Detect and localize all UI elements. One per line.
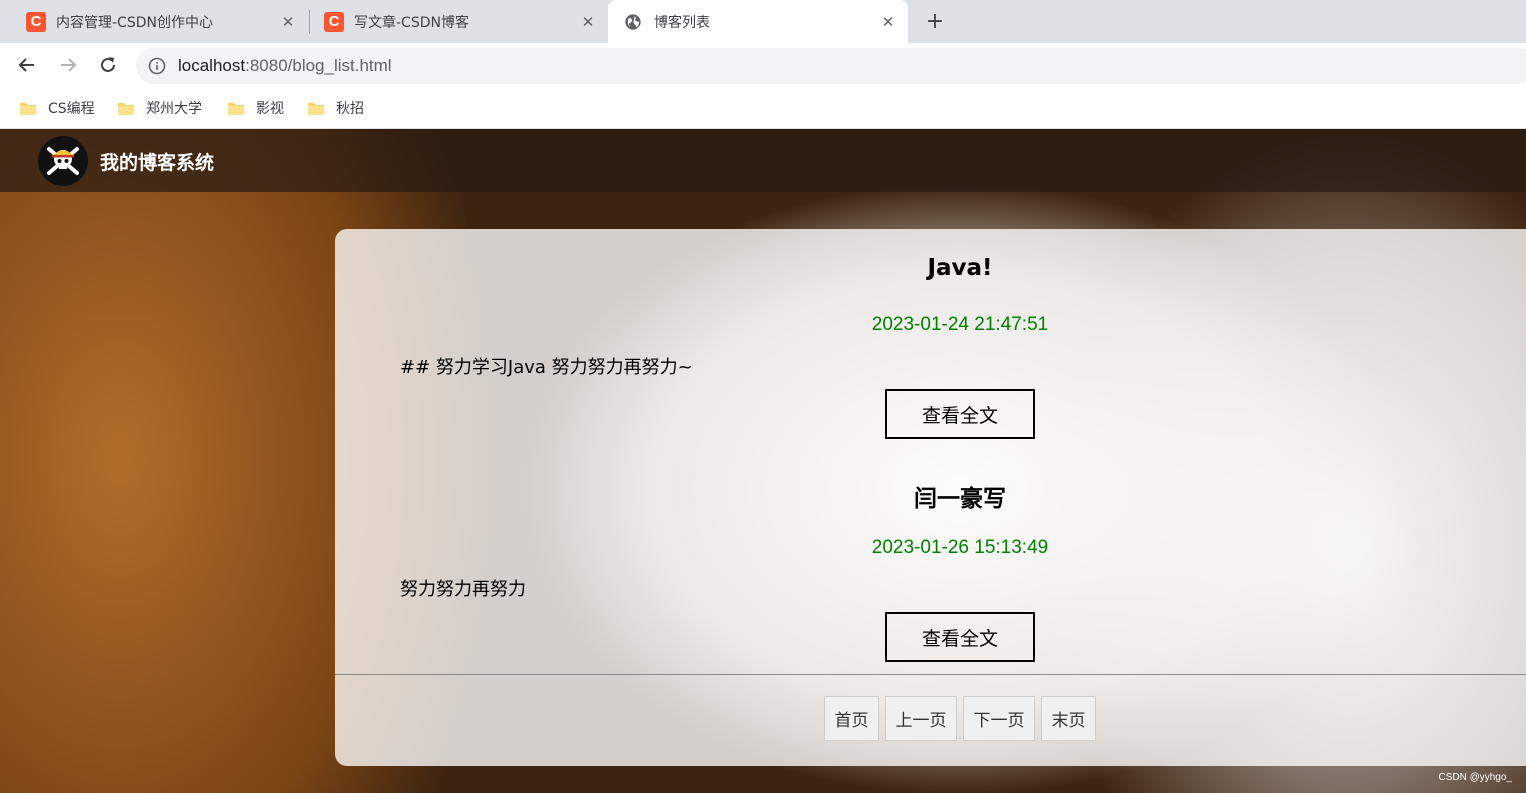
- globe-icon: [625, 13, 641, 30]
- blog-desc: ## 努力学习Java 努力努力再努力~: [400, 357, 693, 378]
- csdn-favicon-icon: C: [26, 11, 46, 32]
- folder-icon: [20, 102, 36, 115]
- csdn-favicon-icon: C: [324, 11, 344, 32]
- bookmark-label: CS编程: [48, 101, 95, 117]
- reload-icon: [101, 57, 115, 72]
- watermark: CSDN @yyhgo_: [1438, 772, 1512, 783]
- browser-toolbar: localhost:8080/blog_list.html: [0, 43, 1526, 88]
- last-page-button[interactable]: 末页: [1041, 696, 1096, 741]
- arrow-right-icon: [61, 58, 77, 72]
- skull-crossbones-icon[interactable]: [38, 136, 88, 186]
- url-path: :8080/blog_list.html: [245, 56, 392, 75]
- arrow-left-icon: [18, 58, 34, 72]
- bookmark-recruit[interactable]: 秋招: [308, 97, 364, 119]
- address-bar[interactable]: localhost:8080/blog_list.html: [136, 48, 1526, 84]
- prev-page-button[interactable]: 上一页: [885, 696, 957, 741]
- bookmark-movies[interactable]: 影视: [228, 97, 284, 119]
- blog-desc: 努力努力再努力: [400, 579, 526, 600]
- folder-icon: [308, 102, 324, 115]
- folder-icon: [228, 102, 244, 115]
- bookmark-label: 秋招: [336, 101, 364, 117]
- bookmark-label: 影视: [256, 101, 284, 117]
- page-viewport: 我的博客系统 Java! 2023-01-24 21:47:51 ## 努力学习…: [0, 129, 1526, 793]
- pager-divider: [335, 674, 1526, 675]
- tab-strip: C 内容管理-CSDN创作中心 ✕ C 写文章-CSDN博客 ✕ 博客列表 ✕ …: [0, 0, 1526, 43]
- back-button[interactable]: [14, 52, 40, 78]
- forward-button[interactable]: [55, 52, 81, 78]
- folder-icon: [118, 102, 134, 115]
- new-tab-button[interactable]: +: [922, 8, 948, 34]
- blog-date: 2023-01-26 15:13:49: [871, 537, 1049, 558]
- url-text: localhost:8080/blog_list.html: [178, 56, 392, 76]
- tab-title: 内容管理-CSDN创作中心: [56, 14, 213, 31]
- close-icon[interactable]: ✕: [578, 12, 598, 32]
- view-full-button[interactable]: 查看全文: [885, 612, 1035, 662]
- blog-title: Java!: [927, 255, 993, 281]
- bookmark-label: 郑州大学: [146, 101, 202, 117]
- tab-csdn-write[interactable]: C 写文章-CSDN博客 ✕: [312, 0, 604, 43]
- close-icon[interactable]: ✕: [878, 12, 898, 32]
- tab-title: 写文章-CSDN博客: [354, 14, 469, 31]
- blog-title: 闫一豪写: [914, 486, 1006, 512]
- info-icon[interactable]: [148, 57, 166, 75]
- bookmarks-bar: CS编程 郑州大学 影视 秋招: [0, 88, 1526, 129]
- tab-separator: [309, 10, 310, 34]
- reload-button[interactable]: [95, 52, 121, 78]
- view-full-button[interactable]: 查看全文: [885, 389, 1035, 439]
- bookmark-zzu[interactable]: 郑州大学: [118, 97, 202, 119]
- next-page-button[interactable]: 下一页: [963, 696, 1035, 741]
- first-page-button[interactable]: 首页: [824, 696, 879, 741]
- tab-csdn-content[interactable]: C 内容管理-CSDN创作中心 ✕: [14, 0, 304, 43]
- site-nav: 我的博客系统: [0, 129, 1526, 192]
- blog-list-container: Java! 2023-01-24 21:47:51 ## 努力学习Java 努力…: [335, 229, 1526, 766]
- close-icon[interactable]: ✕: [278, 12, 298, 32]
- tab-title: 博客列表: [654, 14, 710, 31]
- url-host: localhost: [178, 56, 246, 75]
- bookmark-cs[interactable]: CS编程: [20, 97, 95, 119]
- blog-date: 2023-01-24 21:47:51: [871, 314, 1049, 335]
- site-title: 我的博客系统: [100, 152, 215, 174]
- tab-blog-list[interactable]: 博客列表 ✕: [608, 0, 908, 43]
